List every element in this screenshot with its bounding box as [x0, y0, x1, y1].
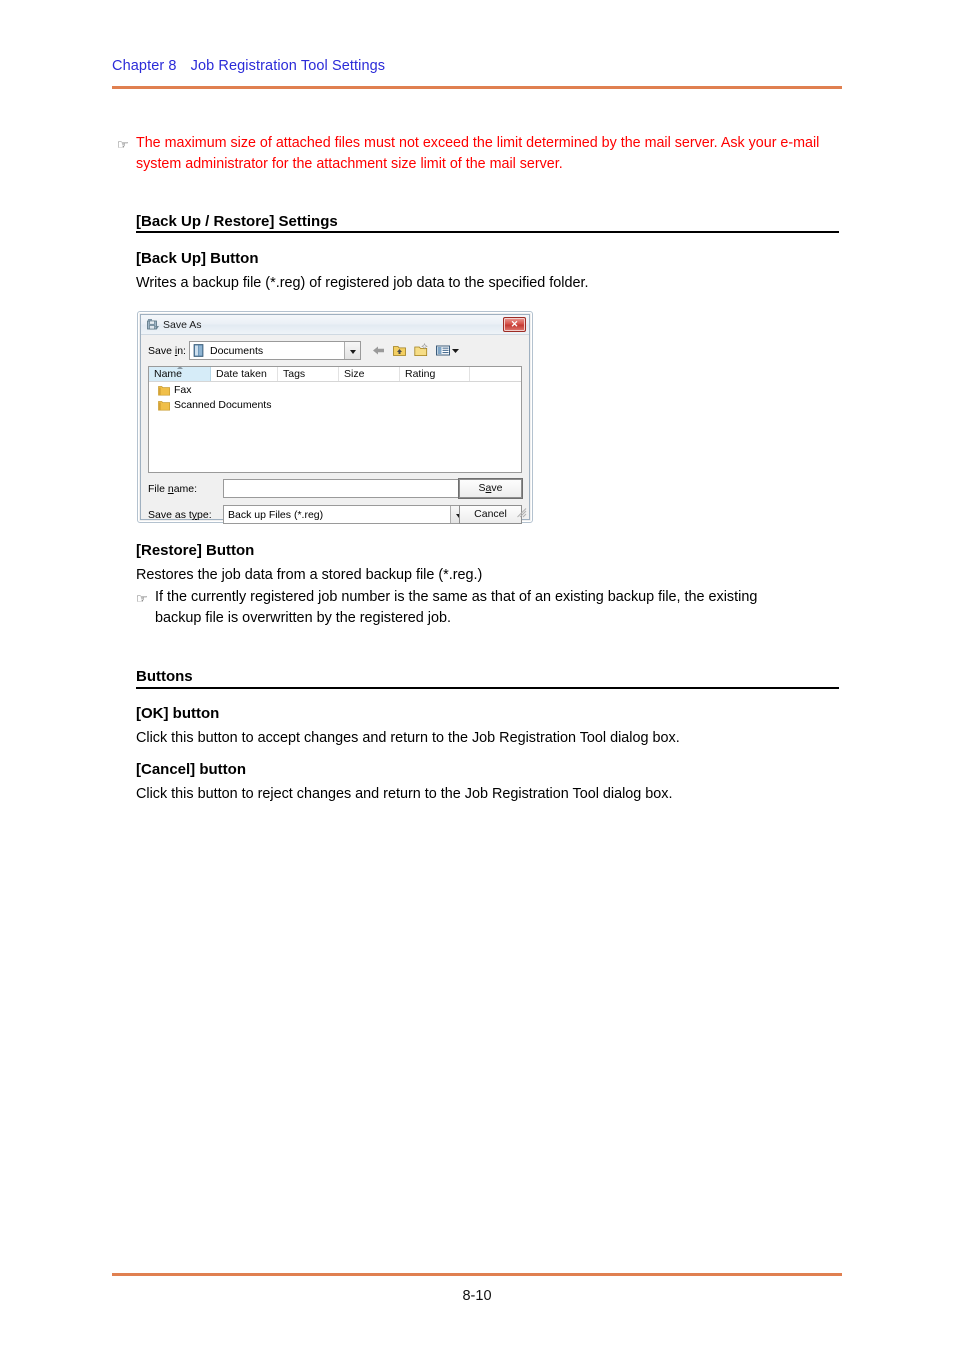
close-icon[interactable]: ✕	[503, 317, 526, 332]
file-name-input[interactable]	[223, 479, 467, 498]
dialog-body: Save in: Documents Name Date taken Tags …	[141, 335, 529, 524]
section-heading-buttons: Buttons	[136, 668, 193, 685]
views-icon[interactable]	[435, 342, 460, 359]
resize-grip[interactable]	[517, 508, 527, 518]
section-rule-backup-restore	[136, 231, 839, 233]
running-head-chapter: Chapter 8	[112, 58, 177, 74]
note-mail-server-text: The maximum size of attached files must …	[136, 135, 820, 172]
note-restore-overwrite: ☞ If the currently registered job number…	[136, 587, 842, 629]
save-in-value: Documents	[210, 345, 264, 357]
up-one-level-icon[interactable]	[391, 342, 408, 359]
folder-icon	[158, 385, 171, 396]
header-rule	[112, 86, 842, 89]
save-in-combobox[interactable]: Documents	[189, 341, 361, 360]
subheading-backup-button: [Back Up] Button	[136, 250, 259, 267]
new-folder-icon[interactable]	[413, 342, 430, 359]
column-header-date-taken[interactable]: Date taken	[211, 367, 278, 381]
file-list-rows: Fax Scanned Documents	[149, 383, 521, 472]
save-in-dropdown-arrow[interactable]	[344, 342, 360, 359]
documents-folder-icon	[193, 344, 205, 357]
column-header-rating[interactable]: Rating	[400, 367, 470, 381]
paragraph-cancel-button: Click this button to reject changes and …	[136, 786, 673, 802]
save-as-icon	[146, 318, 160, 332]
column-header-name[interactable]: Name	[149, 367, 211, 381]
paragraph-ok-button: Click this button to accept changes and …	[136, 730, 680, 746]
note-restore-overwrite-line1: If the currently registered job number i…	[155, 589, 758, 605]
dialog-titlebar: Save As ✕	[141, 315, 529, 335]
file-name-label: File name:	[148, 483, 198, 495]
list-item[interactable]: Scanned Documents	[149, 398, 521, 413]
list-item[interactable]: Fax	[149, 383, 521, 398]
file-list[interactable]: Name Date taken Tags Size Rating Fax Sca…	[148, 366, 522, 473]
save-button[interactable]: Save	[459, 479, 522, 498]
pointing-hand-icon: ☞	[136, 591, 148, 606]
save-in-label: Save in:	[148, 345, 186, 357]
save-as-dialog: Save As ✕ Save in: Documents Name Date t…	[137, 311, 533, 524]
save-as-type-label: Save as type:	[148, 509, 212, 521]
dialog-frame: Save As ✕ Save in: Documents Name Date t…	[140, 314, 530, 524]
section-heading-backup-restore: [Back Up / Restore] Settings	[136, 213, 338, 230]
footer-rule	[112, 1273, 842, 1276]
list-item-label: Scanned Documents	[174, 399, 272, 411]
subheading-cancel-button: [Cancel] button	[136, 761, 246, 778]
subheading-restore-button: [Restore] Button	[136, 542, 255, 559]
folder-icon	[158, 400, 171, 411]
list-item-label: Fax	[174, 384, 192, 396]
save-as-type-row: Save as type: Back up Files (*.reg) Canc…	[148, 505, 522, 524]
section-rule-buttons	[136, 687, 839, 689]
paragraph-backup-button: Writes a backup file (*.reg) of register…	[136, 275, 589, 291]
note-mail-server: ☞ The maximum size of attached files mus…	[117, 133, 842, 175]
running-head-title: Job Registration Tool Settings	[190, 58, 386, 74]
save-as-type-value: Back up Files (*.reg)	[228, 509, 324, 521]
page-number: 8-10	[462, 1288, 492, 1304]
column-header-tags[interactable]: Tags	[278, 367, 339, 381]
column-header-blank[interactable]	[470, 367, 521, 381]
paragraph-restore-button: Restores the job data from a stored back…	[136, 567, 483, 583]
save-as-type-select[interactable]: Back up Files (*.reg)	[223, 505, 467, 524]
file-name-row: File name: Save	[148, 479, 522, 498]
running-head: Chapter 8 Job Registration Tool Settings	[112, 58, 385, 74]
column-header-size[interactable]: Size	[339, 367, 400, 381]
subheading-ok-button: [OK] button	[136, 705, 220, 722]
sort-ascending-icon	[176, 367, 183, 369]
note-restore-overwrite-line2: backup file is overwritten by the regist…	[155, 610, 451, 626]
cancel-button[interactable]: Cancel	[459, 505, 522, 524]
file-list-header: Name Date taken Tags Size Rating	[149, 367, 521, 382]
document-page: Chapter 8 Job Registration Tool Settings …	[0, 0, 954, 1350]
back-icon[interactable]	[370, 342, 387, 359]
save-in-row: Save in: Documents	[148, 341, 522, 361]
pointing-hand-icon: ☞	[117, 137, 129, 152]
dialog-title: Save As	[163, 319, 202, 331]
